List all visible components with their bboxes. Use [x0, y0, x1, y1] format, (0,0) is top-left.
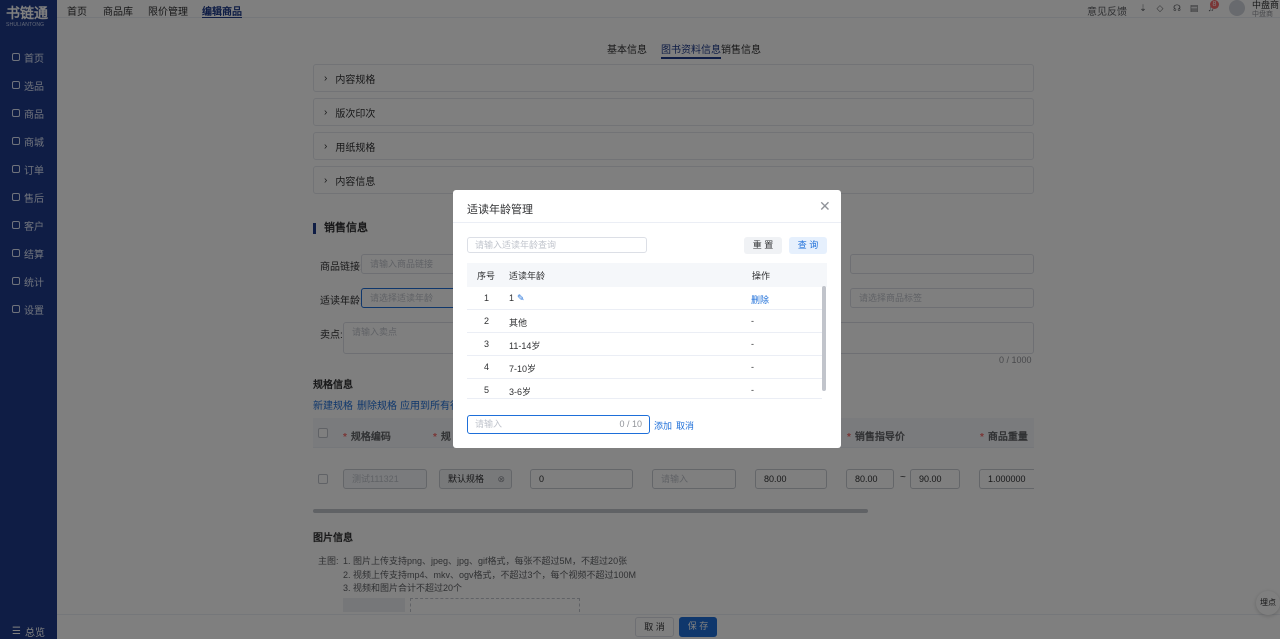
table-row: 1 1 ✎ 删除 [467, 287, 822, 310]
col-age: 适读年龄 [509, 271, 546, 281]
modal-title: 适读年龄管理 [467, 204, 533, 216]
close-icon[interactable]: ✕ [819, 198, 831, 215]
add-age-input[interactable]: 请输入 0 / 10 [467, 415, 650, 434]
col-op: 操作 [752, 271, 771, 281]
table-row: 4 7-10岁 - [467, 356, 822, 379]
reading-age-modal: 适读年龄管理 ✕ 请输入适读年龄查询 重 置 查 询 序号 适读年龄 操作 1 … [453, 190, 841, 448]
table-row: 3 11-14岁 - [467, 333, 822, 356]
add-age-count: 0 / 10 [619, 419, 642, 429]
age-search-input[interactable]: 请输入适读年龄查询 [467, 237, 647, 253]
modal-table-scrollbar[interactable] [822, 286, 826, 391]
modal-divider [453, 222, 841, 223]
table-row: 2 其他 - [467, 310, 822, 333]
modal-table-header: 序号 适读年龄 操作 [467, 263, 827, 287]
add-button[interactable]: 添加 [654, 419, 672, 432]
reset-button[interactable]: 重 置 [744, 237, 782, 254]
delete-button[interactable]: 删除 [751, 293, 769, 306]
col-no: 序号 [477, 271, 496, 281]
edit-icon[interactable]: ✎ [517, 293, 525, 304]
modal-cancel-button[interactable]: 取消 [676, 419, 694, 432]
query-button[interactable]: 查 询 [789, 237, 827, 254]
table-row: 5 3-6岁 - [467, 379, 822, 399]
